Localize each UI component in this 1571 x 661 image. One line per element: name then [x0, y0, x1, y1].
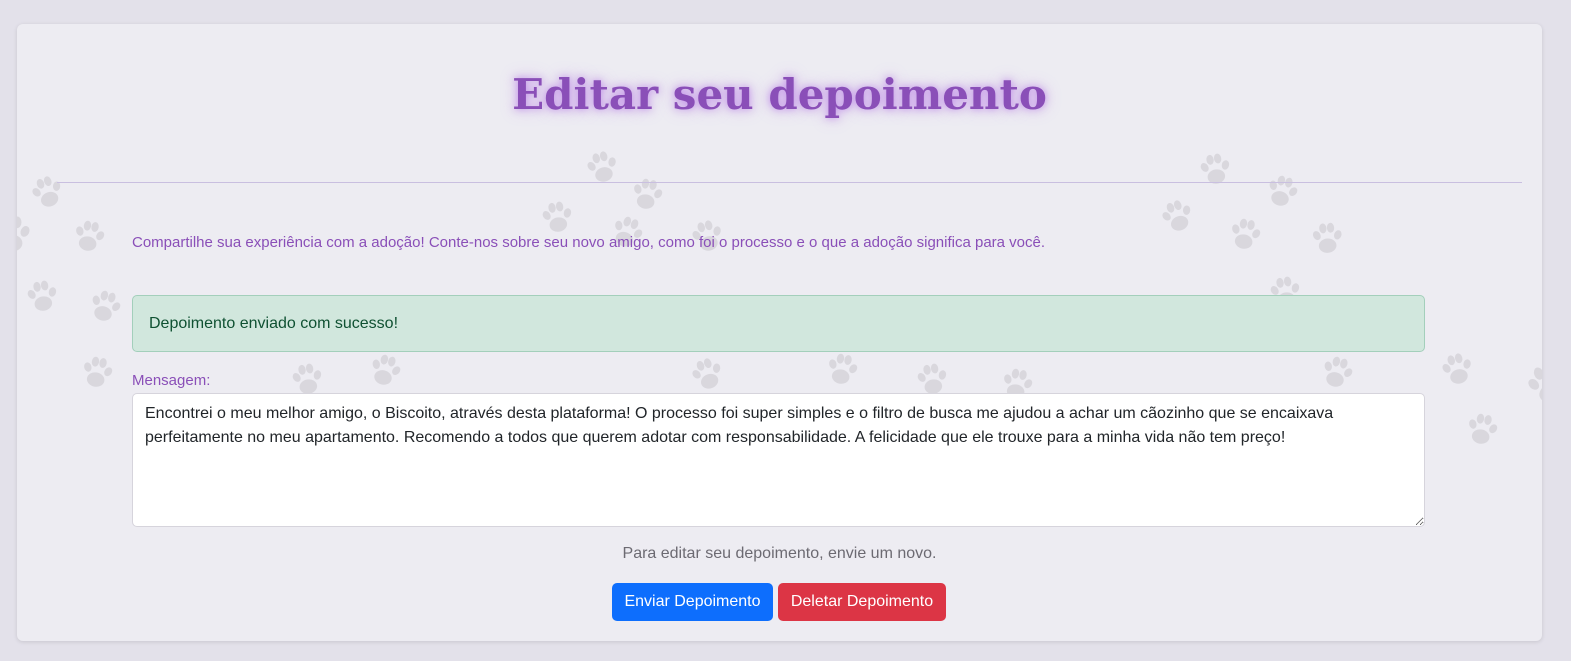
- page-title: Editar seu depoimento: [512, 70, 1047, 119]
- divider: [57, 182, 1522, 183]
- message-textarea[interactable]: Encontrei o meu melhor amigo, o Biscoito…: [132, 393, 1425, 527]
- message-label: Mensagem:: [132, 372, 211, 389]
- testimonial-card: Editar seu depoimento Compartilhe sua ex…: [17, 24, 1542, 641]
- send-testimonial-button[interactable]: Enviar Depoimento: [612, 583, 773, 621]
- success-alert: Depoimento enviado com sucesso!: [132, 295, 1425, 352]
- delete-testimonial-button[interactable]: Deletar Depoimento: [778, 583, 946, 621]
- intro-text: Compartilhe sua experiência com a adoção…: [132, 234, 1046, 251]
- edit-hint: Para editar seu depoimento, envie um nov…: [622, 545, 937, 562]
